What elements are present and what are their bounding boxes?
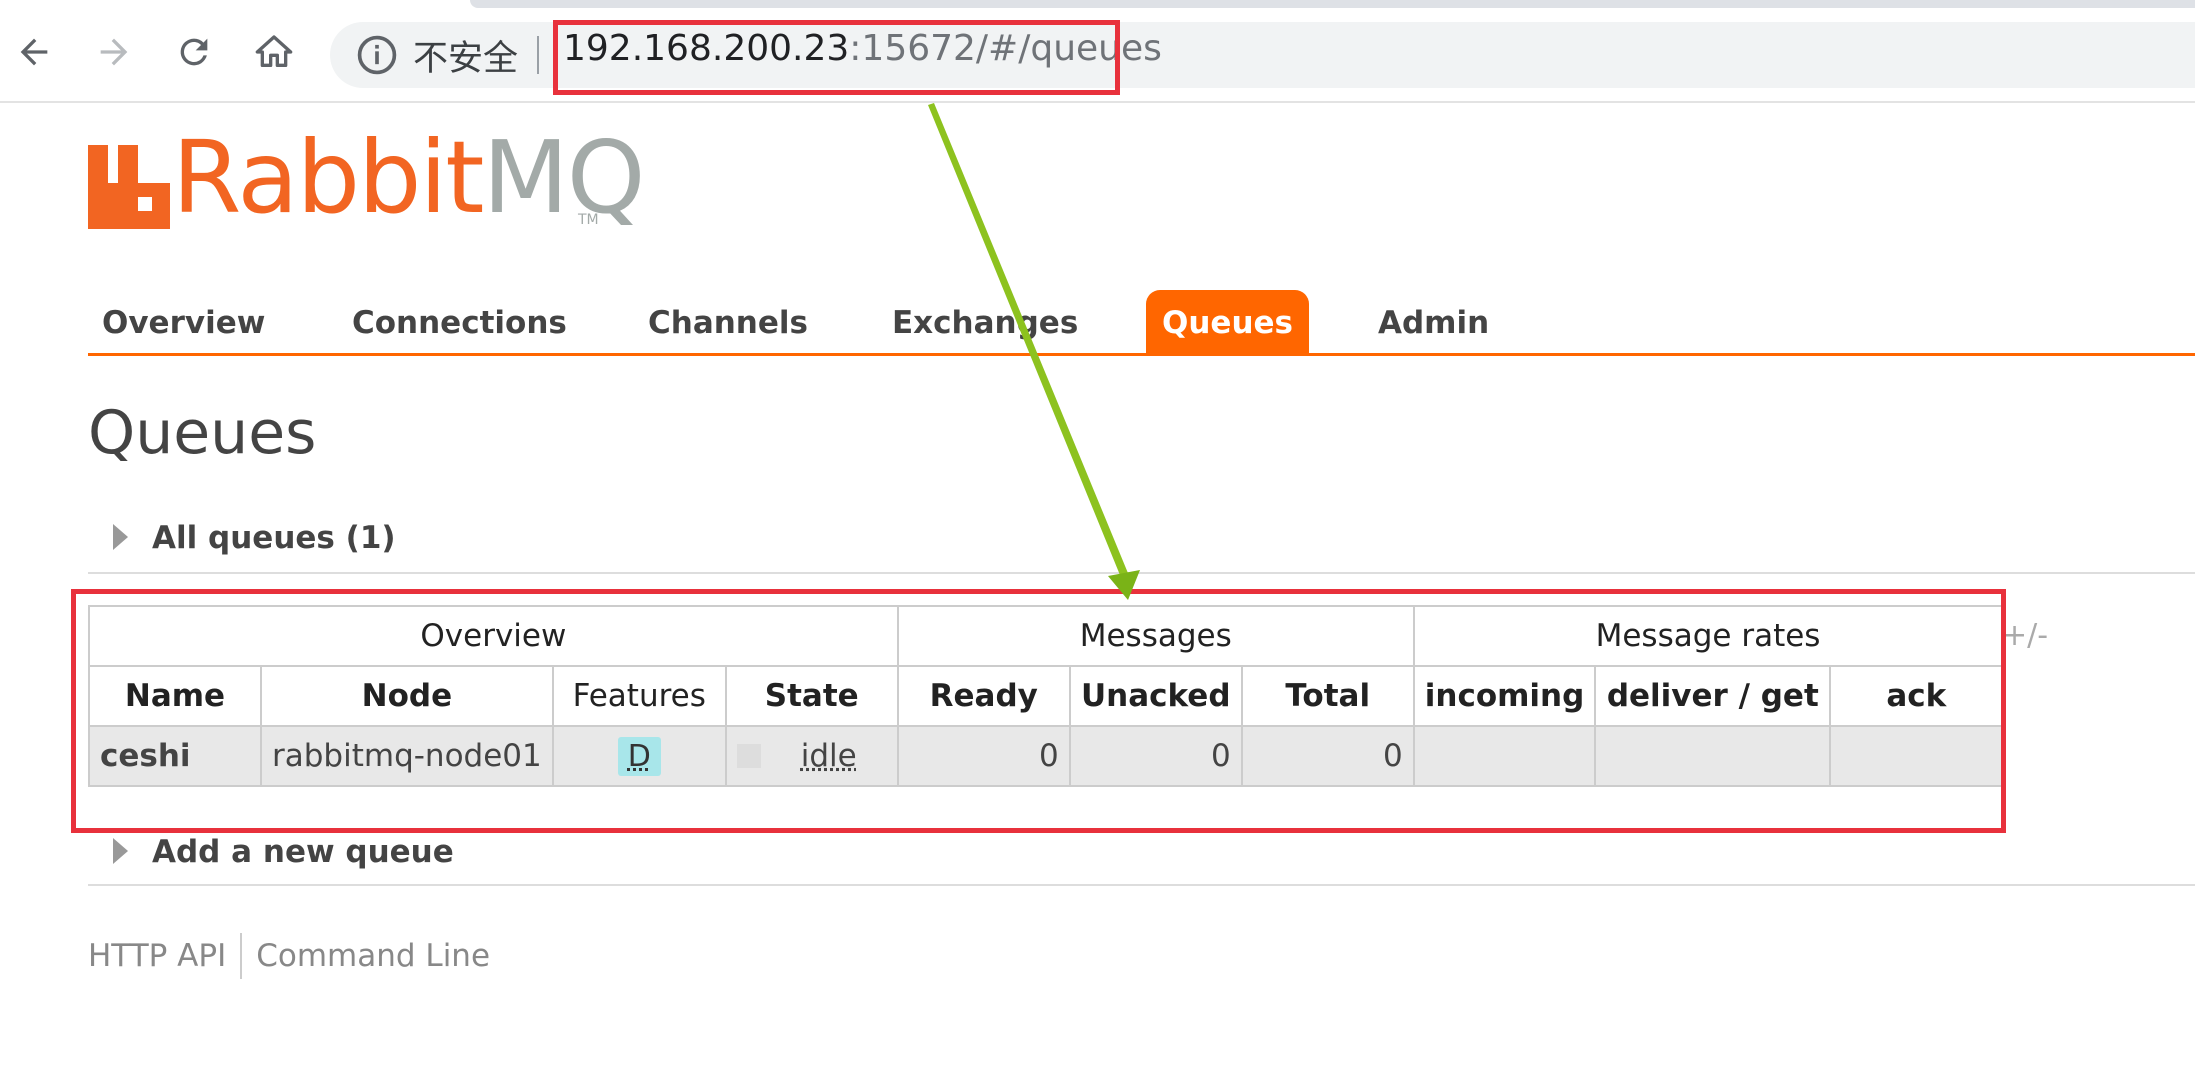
back-button[interactable] (6, 24, 62, 80)
section-divider (88, 572, 2195, 574)
forward-button[interactable] (86, 24, 142, 80)
info-icon[interactable] (355, 33, 399, 77)
security-label: 不安全 (413, 30, 518, 81)
rabbitmq-logo: RabbitMQ (172, 128, 644, 228)
footer-divider (240, 933, 242, 979)
forward-arrow-icon (94, 32, 134, 72)
tab-connections[interactable]: Connections (352, 290, 567, 356)
all-queues-label: All queues (1) (152, 520, 396, 556)
logo-trademark: TM (578, 212, 599, 228)
http-api-link[interactable]: HTTP API (88, 938, 226, 974)
tab-overview[interactable]: Overview (102, 290, 265, 356)
back-arrow-icon (14, 32, 54, 72)
address-separator (537, 36, 539, 74)
command-line-link[interactable]: Command Line (256, 938, 490, 974)
section-divider (88, 884, 2195, 886)
page-title: Queues (88, 398, 316, 468)
expand-triangle-icon (113, 524, 128, 550)
tab-admin[interactable]: Admin (1378, 290, 1489, 356)
all-queues-toggle[interactable]: All queues (1) (113, 520, 396, 556)
logo-rabbit: Rabbit (172, 119, 483, 236)
add-queue-toggle[interactable]: Add a new queue (113, 834, 454, 870)
tab-underline (88, 353, 2195, 356)
reload-icon (174, 32, 214, 72)
tab-exchanges[interactable]: Exchanges (892, 290, 1078, 356)
toggle-columns-link[interactable]: +/- (2002, 618, 2048, 653)
table-highlight-box (71, 589, 2006, 833)
url-highlight-box (553, 20, 1120, 95)
reload-button[interactable] (166, 24, 222, 80)
tab-channels[interactable]: Channels (648, 290, 808, 356)
logo-mq: MQ (483, 119, 644, 236)
tab-strip (470, 0, 2195, 8)
footer: HTTP API Command Line (88, 933, 490, 979)
add-queue-label: Add a new queue (152, 834, 454, 870)
tab-queues[interactable]: Queues (1146, 290, 1309, 356)
expand-triangle-icon (113, 838, 128, 864)
home-icon (254, 32, 294, 72)
home-button[interactable] (246, 24, 302, 80)
rabbitmq-logo-icon (88, 145, 170, 229)
